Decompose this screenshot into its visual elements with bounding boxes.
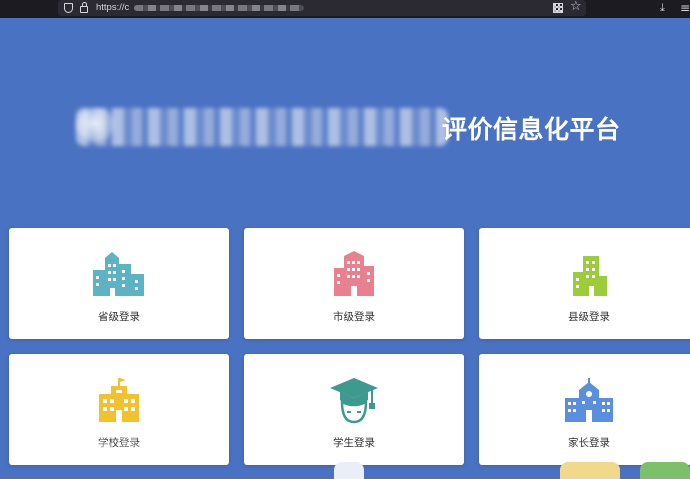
city-buildings-icon [334,251,374,296]
parent-login-label: 家长登录 [568,437,610,449]
lock-icon[interactable] [80,2,88,13]
freebuf-watermark: FREEBUF [28,428,192,461]
school-building-icon [99,378,139,422]
bottom-decoration [640,462,690,479]
menu-icon[interactable]: ≡ [680,0,690,16]
city-login-card[interactable]: 市级登录 [244,228,464,339]
qr-icon[interactable] [553,3,563,13]
shield-icon[interactable] [64,3,73,13]
county-login-label: 县级登录 [568,311,610,323]
student-login-label: 学生登录 [333,437,375,449]
county-login-card[interactable]: 县级登录 [479,228,690,339]
bottom-decoration [560,462,620,479]
url-redacted [134,5,304,11]
bottom-decoration [334,462,364,479]
page-title: 评价信息化平台 [442,115,621,144]
student-login-card[interactable]: 学生登录 [244,354,464,465]
graduation-cap-icon [330,378,378,424]
province-login-card[interactable]: 省级登录 [9,228,229,339]
province-buildings-icon [93,252,144,296]
browser-toolbar: https://c ☆ ⤓ ≡ [0,0,690,18]
title-redacted [76,108,448,146]
address-bar[interactable]: https://c ☆ [58,0,586,16]
county-buildings-icon [573,256,607,296]
province-login-label: 省级登录 [98,311,140,323]
url-text[interactable]: https://c [96,2,129,13]
city-login-label: 市级登录 [333,311,375,323]
parent-login-card[interactable]: 家长登录 [479,354,690,465]
family-house-icon [565,378,613,422]
star-icon[interactable]: ☆ [570,0,582,15]
download-icon[interactable]: ⤓ [660,0,665,16]
